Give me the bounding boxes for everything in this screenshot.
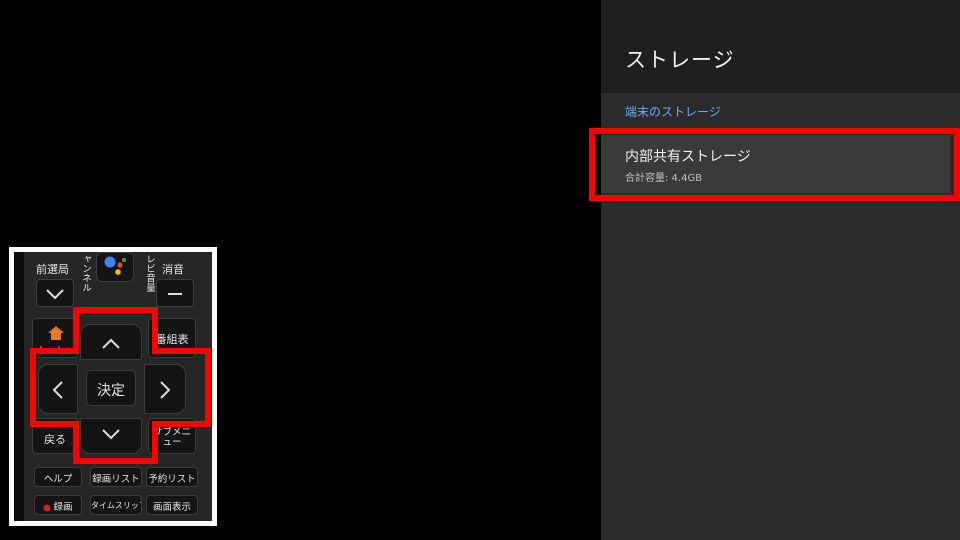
storage-item-title: 内部共有ストレージ [625, 149, 751, 165]
minus-icon [168, 293, 182, 295]
record-label: 録画 [53, 502, 73, 513]
timeslip-label: タイムスリップ [91, 501, 142, 510]
recordings-list-label: 録画リスト [92, 474, 140, 485]
page-title: ストレージ [625, 48, 735, 72]
remote-control-photo: 前選局 ャンネル レビ音量 消音 ホーム 番組表 決定 戻る サブメニュー ヘル… [14, 252, 212, 521]
storage-item-capacity: 合計容量: 4.4GB [625, 173, 703, 184]
help-button[interactable]: ヘルプ [34, 467, 82, 487]
mute-label: 消音 [162, 263, 184, 276]
settings-panel: ストレージ 端末のストレージ 内部共有ストレージ 合計容量: 4.4GB [601, 0, 960, 540]
display-label: 画面表示 [152, 502, 191, 513]
left-button[interactable] [38, 364, 78, 414]
volume-side-label: レビ音量 [144, 254, 155, 292]
channel-side-label: ャンネル [80, 254, 91, 292]
record-dot-icon [43, 504, 51, 511]
down-button[interactable] [80, 418, 142, 454]
back-button[interactable]: 戻る [32, 418, 78, 454]
reservations-list-button[interactable]: 予約リスト [146, 467, 198, 487]
chevron-left-icon [52, 381, 63, 399]
help-label: ヘルプ [43, 474, 73, 485]
home-label: ホーム [36, 346, 65, 357]
chevron-right-icon [160, 381, 171, 399]
record-button[interactable]: 録画 [34, 495, 82, 515]
google-assistant-icon [104, 256, 126, 275]
home-button[interactable]: ホーム [32, 318, 78, 358]
chevron-down-icon [46, 289, 64, 300]
section-label-device-storage: 端末のストレージ [625, 105, 721, 119]
up-button[interactable] [80, 324, 142, 360]
google-assistant-button[interactable] [96, 252, 134, 282]
screen: ストレージ 端末のストレージ 内部共有ストレージ 合計容量: 4.4GB 前選局… [0, 0, 960, 540]
home-icon [48, 326, 64, 340]
tv-guide-button[interactable]: 番組表 [148, 318, 196, 358]
channel-down-button[interactable] [36, 279, 74, 307]
volume-down-button[interactable] [156, 279, 194, 307]
right-button[interactable] [144, 364, 186, 414]
submenu-label: サブメニュー [152, 427, 191, 448]
prev-station-label: 前選局 [36, 263, 69, 276]
chevron-up-icon [102, 338, 120, 349]
remote-control-inset: 前選局 ャンネル レビ音量 消音 ホーム 番組表 決定 戻る サブメニュー ヘル… [9, 247, 217, 526]
timeslip-button[interactable]: タイムスリップ [90, 495, 142, 515]
display-button[interactable]: 画面表示 [146, 495, 198, 515]
recordings-list-button[interactable]: 録画リスト [90, 467, 142, 487]
ok-label: 決定 [97, 383, 125, 399]
tv-guide-label: 番組表 [155, 333, 189, 346]
panel-header: ストレージ [601, 0, 960, 93]
back-label: 戻る [44, 433, 66, 446]
submenu-button[interactable]: サブメニュー [148, 418, 196, 454]
ok-button[interactable]: 決定 [86, 370, 136, 406]
chevron-down-icon [102, 429, 120, 440]
internal-shared-storage-item[interactable]: 内部共有ストレージ 合計容量: 4.4GB [601, 135, 950, 193]
reservations-list-label: 予約リスト [148, 474, 196, 485]
